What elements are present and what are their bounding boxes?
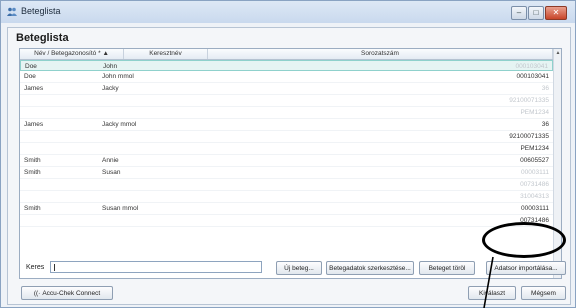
table-cell-serial: 36 (541, 121, 549, 128)
client-area: Beteglista Név / Betegazonosító * ▲ Kere… (7, 27, 571, 305)
table-cell-serial: 36 (541, 85, 549, 92)
table-cell-serial: 00003111 (521, 205, 549, 212)
accu-chek-connect-label: Accu-Chek Connect (42, 290, 101, 297)
wireless-icon: ((· (33, 290, 41, 297)
table-cell-serial: PEM1234 (520, 145, 549, 152)
new-patient-button[interactable]: Új beteg... (276, 261, 322, 275)
page-title: Beteglista (16, 32, 69, 44)
table-row[interactable]: Doe John 000103041 (20, 60, 553, 71)
table-cell-first: John mmol (102, 73, 134, 80)
window-title: Beteglista (21, 6, 61, 16)
table-row[interactable]: James Jacky mmol 36 (20, 119, 553, 131)
accu-chek-connect-button[interactable]: ((· Accu-Chek Connect (21, 286, 113, 300)
table-cell-serial: 00731486 (520, 217, 549, 224)
table-cell-name: Smith (24, 157, 41, 164)
minimize-button[interactable]: – (511, 6, 527, 20)
table-body: Doe John 000103041 Doe John mmol 000103041 Jam… (20, 60, 553, 227)
table-cell-name: James (24, 121, 44, 128)
close-icon: ✕ (552, 8, 560, 17)
column-header-firstname[interactable]: Keresztnév (124, 49, 208, 59)
table-cell-serial: 00731486 (520, 181, 549, 188)
patient-table: Név / Betegazonosító * ▲ Keresztnév Soro… (19, 48, 562, 279)
minimize-icon: – (516, 8, 522, 17)
column-header-name[interactable]: Név / Betegazonosító * ▲ (20, 49, 124, 59)
table-row[interactable]: PEM1234 (20, 107, 553, 119)
table-cell-first: Susan (102, 169, 121, 176)
table-cell-name: Smith (24, 205, 41, 212)
search-label: Keres (26, 264, 45, 271)
table-cell-name: Smith (24, 169, 41, 176)
table-cell-serial: PEM1234 (520, 109, 549, 116)
table-row[interactable]: 92100071335 (20, 131, 553, 143)
scroll-up-icon[interactable]: ▲ (554, 49, 561, 58)
cancel-button[interactable]: Mégsem (521, 286, 566, 300)
delete-patient-button[interactable]: Beteget töröl (419, 261, 475, 275)
table-cell-serial: 00605527 (520, 157, 549, 164)
table-cell-serial: 92100071335 (509, 133, 549, 140)
table-row[interactable]: 92100071335 (20, 95, 553, 107)
maximize-icon: □ (533, 8, 539, 17)
table-cell-serial: 00003111 (521, 169, 549, 176)
table-row[interactable]: Smith Annie 00605527 (20, 155, 553, 167)
vertical-scrollbar[interactable]: ▲ ▼ (553, 49, 561, 278)
table-cell-first: Jacky (102, 85, 119, 92)
select-button[interactable]: Kiválaszt (468, 286, 516, 300)
column-header-name-label: Név / Betegazonosító * (34, 50, 101, 57)
table-cell-first: Annie (102, 157, 119, 164)
table-row[interactable]: James Jacky 36 (20, 83, 553, 95)
title-bar: Beteglista – □ ✕ (1, 1, 575, 23)
table-cell-first: Jacky mmol (102, 121, 137, 128)
maximize-button[interactable]: □ (528, 6, 544, 20)
table-row[interactable]: Smith Susan mmol 00003111 (20, 203, 553, 215)
table-cell-serial: 31004313 (520, 193, 549, 200)
close-button[interactable]: ✕ (545, 6, 567, 20)
table-row[interactable]: PEM1234 (20, 143, 553, 155)
patient-list-window: Beteglista – □ ✕ Beteglista Név / Betega… (0, 0, 576, 308)
column-header-serial[interactable]: Sorozatszám (208, 49, 553, 59)
table-cell-serial: 000103041 (516, 73, 549, 80)
sort-ascending-icon: ▲ (102, 50, 109, 57)
table-cell-serial: 92100071335 (509, 97, 549, 104)
import-data-button[interactable]: Adatsor importálása... (486, 261, 566, 275)
table-row[interactable]: Smith Susan 00003111 (20, 167, 553, 179)
table-header: Név / Betegazonosító * ▲ Keresztnév Soro… (20, 49, 553, 60)
search-input[interactable] (50, 261, 262, 273)
users-icon (7, 7, 17, 16)
text-caret (54, 264, 55, 271)
table-row[interactable]: 31004313 (20, 191, 553, 203)
table-cell-first: Susan mmol (102, 205, 139, 212)
table-row[interactable]: 00731486 (20, 215, 553, 227)
table-row[interactable]: Doe John mmol 000103041 (20, 71, 553, 83)
table-cell-name: Doe (24, 73, 36, 80)
edit-patient-button[interactable]: Betegadatok szerkesztése... (326, 261, 414, 275)
table-cell-name: James (24, 85, 44, 92)
table-row[interactable]: 00731486 (20, 179, 553, 191)
